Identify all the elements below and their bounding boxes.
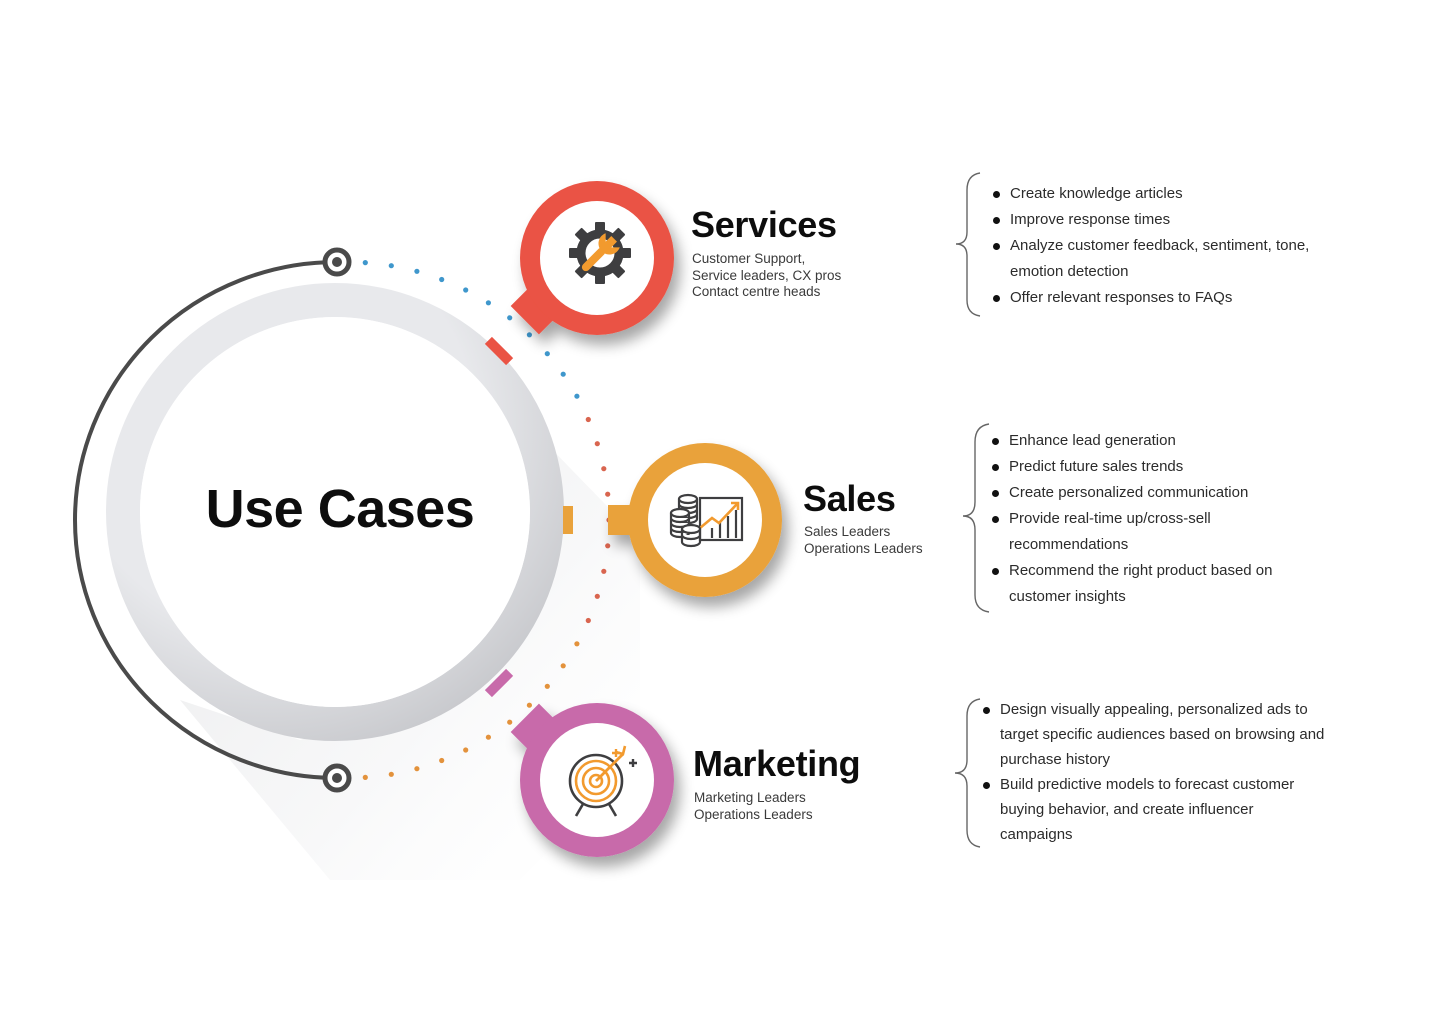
arc-dot: [463, 747, 469, 753]
services-bullet-list: Create knowledge articles Improve respon…: [993, 181, 1323, 311]
arc-dot: [439, 276, 445, 283]
list-item: Analyze customer feedback, sentiment, to…: [993, 233, 1310, 285]
list-item: Improve response times: [993, 207, 1323, 233]
arc-dot: [526, 332, 533, 338]
list-item: Build predictive models to forecast cust…: [983, 772, 1328, 847]
audience-label: Contact centre heads: [692, 284, 821, 299]
list-item: Enhance lead generation: [992, 428, 1292, 454]
arc-dot: [574, 641, 580, 647]
arc-dot: [362, 774, 368, 781]
list-item: Offer relevant responses to FAQs: [993, 285, 1323, 311]
services-audiences: Customer Support, Service leaders, CX pr…: [692, 251, 841, 301]
list-item: Create personalized communication: [992, 480, 1292, 506]
sales-connector-dash: [563, 506, 573, 534]
audience-label: Sales Leaders: [804, 524, 891, 539]
arc-dot: [544, 683, 550, 689]
hub-title: Use Cases: [205, 479, 475, 539]
marketing-title: Marketing: [693, 743, 861, 784]
marketing-bullet-list: Design visually appealing, personalized …: [983, 697, 1328, 847]
arc-node-bottom: [322, 763, 352, 793]
arc-dot: [507, 719, 513, 725]
arc-dot: [560, 663, 566, 669]
arc-dot: [601, 568, 607, 574]
audience-label: Customer Support,: [692, 251, 806, 266]
arc-dot: [594, 593, 600, 599]
audience-label: Service leaders, CX pros: [692, 267, 842, 283]
arc-dot: [485, 734, 491, 740]
marketing-brace: [954, 698, 981, 848]
arc-dot: [574, 393, 580, 399]
arc-dot: [585, 416, 591, 423]
arc-dot: [463, 287, 469, 293]
list-item: Recommend the right product based on cus…: [992, 558, 1299, 610]
sales-brace: [962, 423, 990, 613]
audience-label: Marketing Leaders: [694, 790, 806, 805]
arc-dot: [605, 491, 611, 497]
list-item: Predict future sales trends: [992, 454, 1292, 480]
marketing-audiences: Marketing Leaders Operations Leaders: [694, 790, 813, 823]
sales-audiences: Sales Leaders Operations Leaders: [804, 524, 923, 557]
arc-dot: [414, 268, 420, 274]
sales-bullet-list: Enhance lead generation Predict future s…: [992, 428, 1292, 610]
list-item: Design visually appealing, personalized …: [983, 697, 1328, 772]
arc-dot: [414, 766, 420, 772]
arc-dot: [605, 543, 611, 549]
list-item: Create knowledge articles: [993, 181, 1323, 207]
services-title: Services: [691, 204, 837, 245]
arc-dot: [439, 757, 445, 764]
services-brace: [955, 172, 981, 317]
gear-wrench-icon: [569, 222, 631, 284]
list-item: Provide real-time up/cross-sell recommen…: [992, 506, 1249, 558]
arc-dot: [507, 315, 513, 321]
arc-dot: [601, 466, 607, 472]
arc-dot: [585, 617, 591, 624]
arc-dot: [544, 351, 550, 357]
arc-dot: [388, 263, 394, 269]
arc-dot: [362, 260, 368, 266]
arc-node-top: [322, 247, 352, 277]
arc-dot: [560, 371, 566, 377]
arc-dot: [485, 300, 491, 306]
arc-dot: [594, 441, 600, 447]
audience-label: Operations Leaders: [804, 540, 923, 556]
audience-label: Operations Leaders: [694, 806, 813, 822]
arc-dot: [388, 771, 394, 777]
sales-title: Sales: [803, 478, 896, 519]
arc-dot: [526, 702, 533, 708]
